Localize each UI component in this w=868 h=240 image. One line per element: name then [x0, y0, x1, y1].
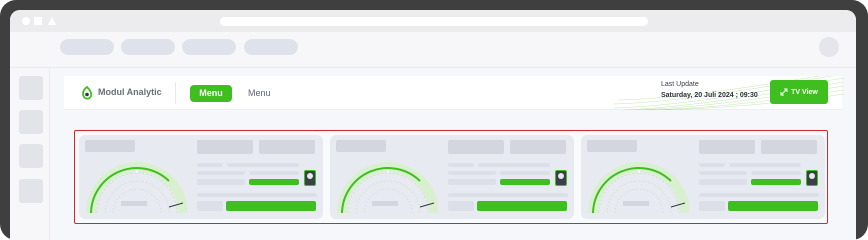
top-navbar — [10, 32, 856, 68]
card-line-skeleton — [448, 193, 568, 197]
card-line-skeleton — [197, 193, 317, 197]
card-line-skeleton — [197, 201, 223, 211]
window-close-icon[interactable] — [22, 17, 30, 25]
toggle-icon[interactable] — [304, 170, 316, 186]
header-divider — [175, 82, 176, 104]
tv-view-button[interactable]: TV View — [770, 80, 828, 104]
card-stat-skeleton — [510, 140, 566, 154]
window-titlebar — [10, 10, 856, 32]
toggle-icon[interactable] — [555, 170, 567, 186]
toggle-icon[interactable] — [806, 170, 818, 186]
app-name: Modul Analytic — [98, 87, 162, 97]
progress-bar — [477, 201, 567, 211]
card-title-skeleton — [336, 140, 386, 152]
card-stat-skeleton — [197, 140, 253, 154]
card-stat-skeleton — [259, 140, 315, 154]
gauge-chart — [588, 162, 689, 214]
progress-bar — [249, 179, 299, 185]
card-line-skeleton — [197, 163, 223, 167]
progress-bar — [728, 201, 818, 211]
analytic-card-1[interactable] — [79, 135, 323, 219]
avatar[interactable] — [819, 37, 839, 57]
main-content: Modul Analytic Menu Menu Last Update Sat… — [50, 68, 856, 240]
card-line-skeleton — [699, 201, 725, 211]
sidebar-item-4[interactable] — [19, 179, 43, 203]
last-update-value: Saturday, 20 Juli 2024 ; 09:30 — [661, 92, 758, 99]
analytic-card-3[interactable] — [581, 135, 825, 219]
card-title-skeleton — [85, 140, 135, 152]
card-line-skeleton — [500, 171, 550, 175]
nav-placeholder-2[interactable] — [121, 39, 175, 55]
menu-link[interactable]: Menu — [248, 88, 271, 98]
nav-placeholder-4[interactable] — [244, 39, 298, 55]
card-line-skeleton — [699, 163, 725, 167]
card-line-skeleton — [227, 163, 299, 167]
card-line-skeleton — [729, 163, 801, 167]
progress-bar — [226, 201, 316, 211]
nav-placeholder-3[interactable] — [182, 39, 236, 55]
sidebar-item-2[interactable] — [19, 110, 43, 134]
gauge-chart — [86, 162, 187, 214]
card-line-skeleton — [197, 171, 245, 175]
tv-view-label: TV View — [791, 88, 818, 96]
window-maximize-icon[interactable] — [34, 17, 42, 25]
card-stat-skeleton — [699, 140, 755, 154]
progress-bar — [500, 179, 550, 185]
card-row-highlight — [74, 130, 828, 224]
card-line-skeleton — [751, 171, 801, 175]
window-minimize-icon[interactable] — [48, 17, 56, 25]
card-line-skeleton — [699, 179, 747, 185]
card-stat-skeleton — [448, 140, 504, 154]
sidebar-item-1[interactable] — [19, 76, 43, 100]
progress-bar — [751, 179, 801, 185]
card-line-skeleton — [197, 179, 245, 185]
screenshot-frame: Modul Analytic Menu Menu Last Update Sat… — [0, 0, 868, 240]
card-line-skeleton — [699, 171, 747, 175]
app-header: Modul Analytic Menu Menu Last Update Sat… — [64, 76, 844, 110]
card-line-skeleton — [448, 171, 496, 175]
nav-placeholder-1[interactable] — [60, 39, 114, 55]
card-line-skeleton — [699, 193, 819, 197]
browser-window: Modul Analytic Menu Menu Last Update Sat… — [10, 10, 856, 240]
card-line-skeleton — [448, 201, 474, 211]
gauge-chart — [337, 162, 438, 214]
expand-arrows-icon — [780, 88, 788, 96]
leaf-logo-icon — [82, 86, 93, 100]
card-line-skeleton — [249, 171, 299, 175]
card-line-skeleton — [448, 163, 474, 167]
sidebar — [10, 68, 50, 240]
menu-active-button[interactable]: Menu — [190, 85, 232, 102]
card-title-skeleton — [587, 140, 637, 152]
last-update-label: Last Update — [661, 81, 699, 88]
card-line-skeleton — [448, 179, 496, 185]
analytic-card-2[interactable] — [330, 135, 574, 219]
address-bar[interactable] — [220, 17, 648, 26]
sidebar-item-3[interactable] — [19, 144, 43, 168]
card-stat-skeleton — [761, 140, 817, 154]
card-line-skeleton — [478, 163, 550, 167]
